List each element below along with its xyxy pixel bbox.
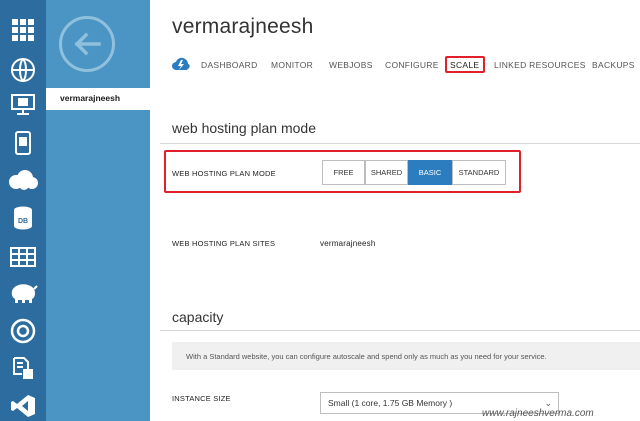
back-arrow-icon: [74, 32, 101, 56]
cloud-services-icon[interactable]: [0, 161, 46, 199]
cloud-quickstart-icon[interactable]: [172, 57, 190, 71]
tab-backups[interactable]: BACKUPS: [592, 60, 635, 70]
plan-sites-label: WEB HOSTING PLAN SITES: [172, 239, 276, 248]
visual-studio-icon[interactable]: [0, 387, 46, 421]
sql-databases-icon[interactable]: DB: [0, 199, 46, 237]
scale-tab-highlight: [445, 56, 485, 73]
capacity-info-message: With a Standard website, you can configu…: [172, 342, 640, 370]
section-title-plan-mode: web hosting plan mode: [172, 120, 316, 136]
svg-text:DB: DB: [18, 218, 28, 225]
sidebar-item-selected[interactable]: vermarajneesh: [46, 88, 150, 110]
all-items-grid-icon[interactable]: [0, 11, 46, 49]
web-sites-icon[interactable]: [0, 51, 46, 89]
virtual-machines-icon[interactable]: [0, 86, 46, 124]
mobile-services-icon[interactable]: [0, 124, 46, 162]
hdinsight-icon[interactable]: [0, 274, 46, 312]
section-title-capacity: capacity: [172, 309, 224, 325]
watermark: www.rajneeshverma.com: [482, 408, 594, 419]
icon-rail: DB: [0, 0, 46, 421]
instance-size-value: Small (1 core, 1.75 GB Memory ): [328, 398, 453, 408]
tab-webjobs[interactable]: WEBJOBS: [329, 60, 373, 70]
tab-configure[interactable]: CONFIGURE: [385, 60, 439, 70]
plan-option-basic[interactable]: BASIC: [408, 160, 452, 185]
plan-option-standard[interactable]: STANDARD: [452, 160, 506, 185]
service-bus-icon[interactable]: [0, 349, 46, 387]
tab-monitor[interactable]: MONITOR: [271, 60, 313, 70]
tab-dashboard[interactable]: DASHBOARD: [201, 60, 258, 70]
tab-linked-resources[interactable]: LINKED RESOURCES: [494, 60, 586, 70]
plan-option-shared[interactable]: SHARED: [365, 160, 408, 185]
plan-mode-label: WEB HOSTING PLAN MODE: [172, 169, 276, 178]
media-services-icon[interactable]: [0, 312, 46, 350]
storage-icon[interactable]: [0, 238, 46, 276]
sidebar-item-label: vermarajneesh: [60, 93, 121, 103]
section-divider: [160, 143, 640, 144]
plan-sites-value: vermarajneesh: [320, 239, 376, 248]
instance-size-label: INSTANCE SIZE: [172, 394, 231, 403]
page-title: vermarajneesh: [172, 15, 314, 38]
back-button[interactable]: [59, 16, 115, 72]
plan-option-free[interactable]: FREE: [322, 160, 365, 185]
section-divider: [160, 330, 640, 331]
